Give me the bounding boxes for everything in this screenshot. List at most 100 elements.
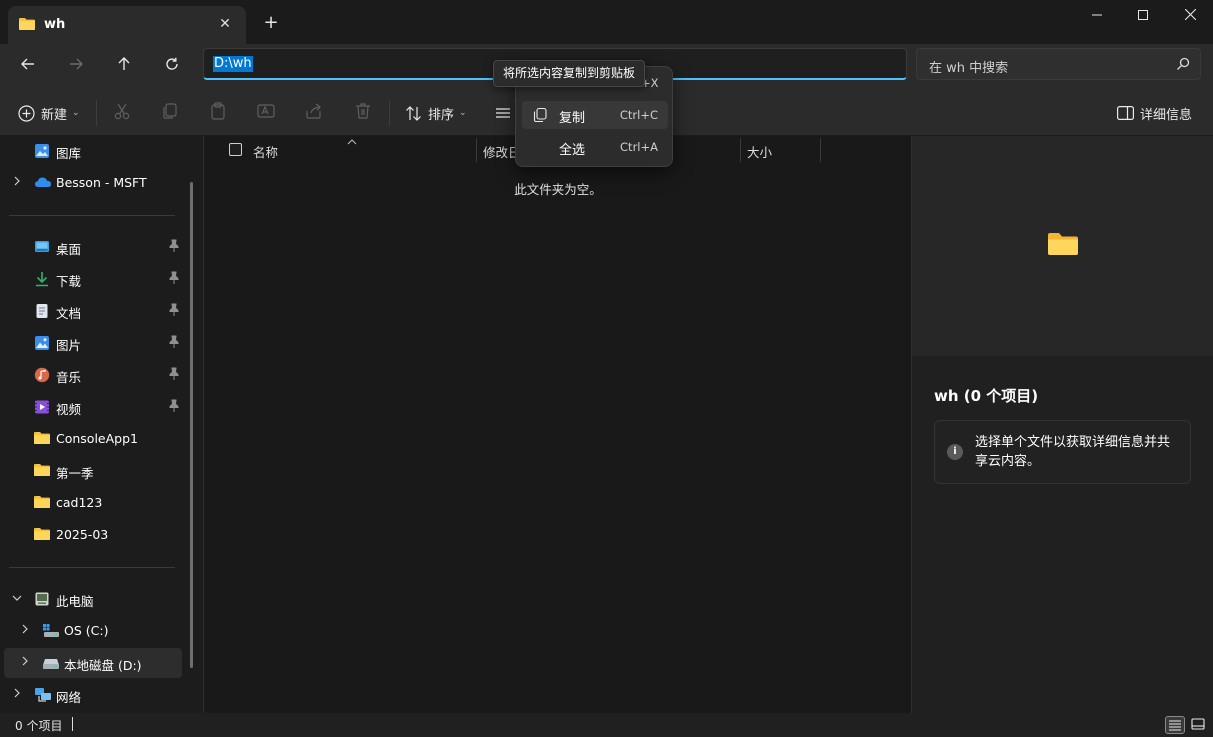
sidebar-item-consoleapp1[interactable]: ConsoleApp1	[4, 424, 182, 454]
details-view-button[interactable]	[1165, 716, 1185, 734]
thumbnail-view-button[interactable]	[1189, 716, 1209, 734]
column-header-size[interactable]: 大小	[747, 142, 772, 168]
pin-icon[interactable]	[168, 367, 182, 383]
close-icon	[1184, 8, 1196, 21]
chevron-right-icon[interactable]	[19, 624, 31, 638]
sidebar-divider	[9, 567, 175, 568]
sidebar-item-this-pc[interactable]: 此电脑	[4, 584, 182, 614]
status-bar: 0 个项目	[0, 713, 1213, 737]
cloud-icon	[34, 175, 51, 191]
sidebar-item-2025-03[interactable]: 2025-03	[4, 520, 182, 550]
pin-icon[interactable]	[168, 239, 182, 255]
sidebar-item-onedrive[interactable]: Besson - MSFT	[4, 168, 182, 198]
up-button[interactable]	[109, 53, 139, 81]
share-icon[interactable]	[305, 102, 325, 122]
column-header-name[interactable]: 名称	[253, 142, 278, 168]
new-tab-button[interactable]: +	[260, 12, 282, 34]
chevron-right-icon[interactable]	[11, 176, 23, 190]
select-all-checkbox[interactable]	[229, 143, 242, 156]
sidebar-item-label: 图库	[56, 146, 82, 161]
sidebar-item-downloads[interactable]: 下载	[4, 264, 182, 294]
document-icon	[34, 303, 50, 319]
chevron-down-icon: ⌄	[459, 108, 467, 118]
video-icon	[34, 399, 50, 415]
sidebar-item-label: 音乐	[56, 370, 82, 385]
sidebar-item-label: 文档	[56, 306, 82, 321]
close-window-button[interactable]	[1167, 0, 1213, 32]
pictures-icon	[34, 335, 50, 351]
computer-icon	[34, 591, 50, 607]
sidebar-item-videos[interactable]: 视频	[4, 392, 182, 422]
column-divider[interactable]	[476, 138, 477, 162]
view-button[interactable]	[495, 100, 511, 126]
download-icon	[34, 271, 50, 287]
folder-icon	[34, 431, 50, 447]
sidebar-item-desktop[interactable]: 桌面	[4, 232, 182, 262]
context-menu-label: 全选	[559, 143, 586, 158]
column-divider[interactable]	[820, 138, 821, 162]
tab-close-icon[interactable]: ✕	[214, 13, 236, 35]
forward-button[interactable]	[61, 53, 91, 81]
context-menu-item-copy[interactable]: 复制 Ctrl+C	[522, 101, 668, 129]
pin-icon[interactable]	[168, 335, 182, 351]
large-icons-view-icon	[1191, 718, 1205, 730]
sidebar-item-season-one[interactable]: 第一季	[4, 456, 182, 486]
plus-circle-icon	[18, 104, 35, 122]
back-button[interactable]	[13, 53, 43, 81]
desktop-icon	[34, 239, 50, 255]
maximize-button[interactable]	[1120, 0, 1166, 32]
chevron-down-icon[interactable]	[11, 592, 23, 606]
details-pane-button[interactable]: 详细信息	[1117, 100, 1192, 126]
sort-button[interactable]: 排序 ⌄	[405, 100, 467, 126]
chevron-right-icon[interactable]	[19, 656, 31, 670]
pin-icon[interactable]	[168, 399, 182, 415]
refresh-button[interactable]	[157, 53, 187, 81]
sidebar-item-gallery[interactable]: 图库	[4, 136, 182, 166]
delete-icon[interactable]	[354, 102, 374, 122]
sidebar-item-drive-d[interactable]: 本地磁盘 (D:)	[4, 648, 182, 678]
item-count: 0 个项目	[15, 719, 63, 733]
chevron-right-icon[interactable]	[11, 688, 23, 702]
rename-icon[interactable]	[257, 102, 277, 122]
file-list: 名称 修改日 大小 此文件夹为空。	[203, 136, 911, 713]
info-icon: i	[947, 444, 963, 460]
arrow-left-icon	[21, 58, 34, 70]
new-button[interactable]: 新建 ⌄	[18, 100, 80, 126]
tab-title: wh	[44, 17, 66, 32]
new-button-label: 新建	[41, 107, 68, 123]
sidebar-item-pictures[interactable]: 图片	[4, 328, 182, 358]
pin-icon[interactable]	[168, 303, 182, 319]
folder-icon	[34, 495, 50, 511]
minimize-button[interactable]	[1074, 0, 1120, 32]
folder-icon	[1048, 232, 1078, 259]
sidebar-scrollbar[interactable]	[190, 182, 193, 668]
sidebar-item-label: 图片	[56, 338, 82, 353]
sidebar-item-cad123[interactable]: cad123	[4, 488, 182, 518]
tooltip: 将所选内容复制到剪贴板	[493, 60, 646, 87]
paste-icon[interactable]	[209, 102, 229, 122]
sidebar-item-documents[interactable]: 文档	[4, 296, 182, 326]
music-icon	[34, 367, 50, 383]
details-pane-icon	[1117, 106, 1134, 120]
sidebar-item-label: 此电脑	[56, 594, 94, 609]
column-header-label: 大小	[747, 145, 773, 160]
sort-ascending-icon	[347, 133, 359, 145]
copy-icon[interactable]	[161, 102, 181, 122]
search-icon	[1176, 57, 1190, 74]
sidebar-item-label: ConsoleApp1	[56, 431, 138, 446]
minimize-icon	[1092, 14, 1102, 16]
context-menu-label: 复制	[559, 111, 586, 126]
folder-icon	[19, 17, 35, 34]
folder-icon	[34, 463, 50, 479]
context-menu-item-select-all[interactable]: 全选 Ctrl+A	[522, 133, 668, 161]
tab-wh[interactable]: wh ✕	[8, 6, 246, 44]
sidebar-item-music[interactable]: 音乐	[4, 360, 182, 390]
column-divider[interactable]	[740, 138, 741, 162]
search-input[interactable]: 在 wh 中搜索	[916, 48, 1201, 80]
sidebar-item-network[interactable]: 网络	[4, 680, 182, 710]
sidebar-item-label: Besson - MSFT	[56, 175, 147, 190]
cut-icon[interactable]	[113, 102, 133, 122]
sidebar-item-drive-c[interactable]: OS (C:)	[4, 616, 182, 646]
sidebar-item-label: OS (C:)	[64, 623, 109, 638]
pin-icon[interactable]	[168, 271, 182, 287]
